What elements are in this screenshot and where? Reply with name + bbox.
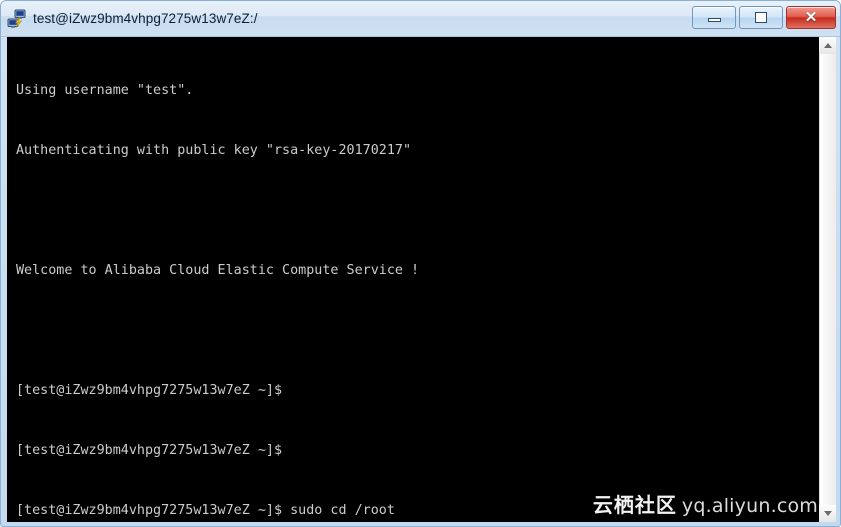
close-icon: ✕	[804, 9, 818, 26]
terminal-body: Using username "test". Authenticating wi…	[7, 37, 836, 522]
window-controls: ✕	[692, 6, 836, 29]
terminal-line: [test@iZwz9bm4vhpg7275w13w7eZ ~]$ sudo c…	[16, 503, 395, 518]
terminal-output[interactable]: Using username "test". Authenticating wi…	[7, 37, 818, 522]
scroll-down-arrow-icon	[823, 511, 832, 516]
terminal-line: [test@iZwz9bm4vhpg7275w13w7eZ ~]$	[16, 383, 283, 398]
scrollbar-thumb[interactable]	[819, 54, 836, 505]
close-button[interactable]: ✕	[786, 6, 836, 29]
window-titlebar[interactable]: test@iZwz9bm4vhpg7275w13w7eZ:/ ✕	[1, 1, 840, 37]
window-title: test@iZwz9bm4vhpg7275w13w7eZ:/	[33, 11, 258, 26]
scroll-down-button[interactable]	[819, 505, 836, 522]
maximize-icon	[755, 12, 767, 23]
scrollbar-track[interactable]	[819, 54, 836, 505]
scroll-up-arrow-icon	[823, 43, 832, 48]
scroll-up-button[interactable]	[819, 37, 836, 54]
terminal-scrollbar[interactable]	[818, 37, 836, 522]
terminal-line: Welcome to Alibaba Cloud Elastic Compute…	[16, 263, 420, 278]
minimize-icon	[707, 18, 721, 22]
terminal-window: test@iZwz9bm4vhpg7275w13w7eZ:/ ✕ Using u…	[0, 0, 841, 527]
putty-network-icon	[7, 9, 27, 29]
terminal-line: [test@iZwz9bm4vhpg7275w13w7eZ ~]$	[16, 443, 283, 458]
terminal-line: Authenticating with public key "rsa-key-…	[16, 143, 412, 158]
terminal-line: Using username "test".	[16, 83, 194, 98]
minimize-button[interactable]	[692, 6, 736, 29]
maximize-button[interactable]	[739, 6, 783, 29]
